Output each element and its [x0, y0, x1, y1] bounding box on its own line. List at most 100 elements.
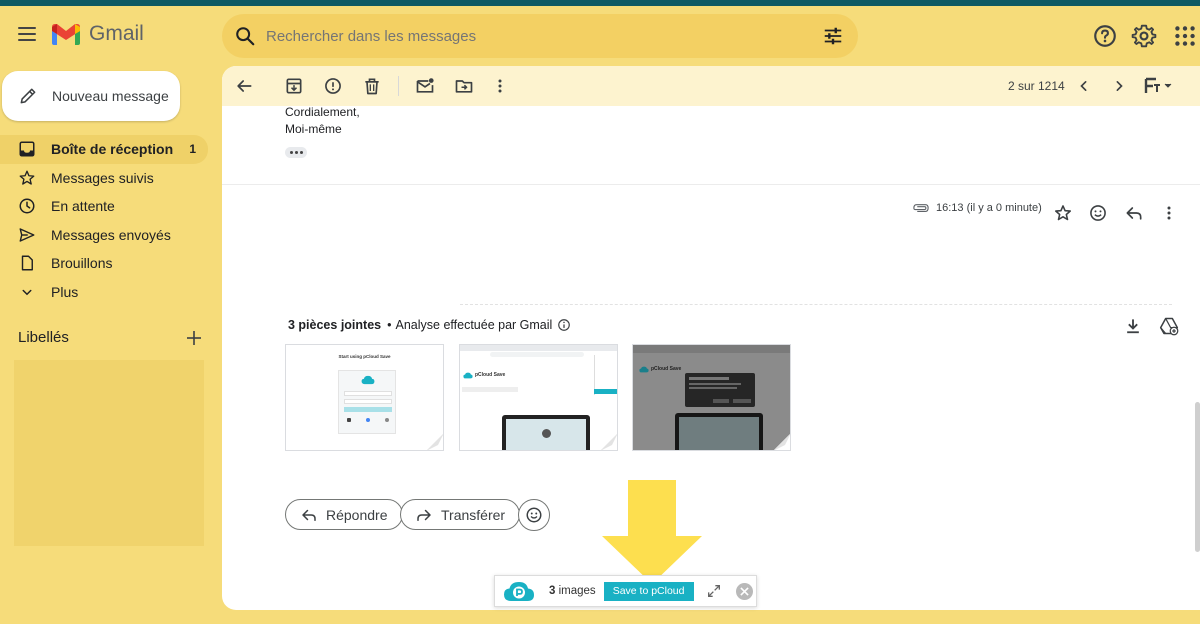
compose-label: Nouveau message — [52, 88, 169, 104]
labels-list-area — [14, 360, 204, 546]
pagination-label: 2 sur 1214 — [1008, 79, 1065, 93]
archive-icon[interactable] — [284, 76, 304, 96]
download-all-icon[interactable] — [1123, 316, 1143, 336]
back-arrow-icon[interactable] — [234, 76, 254, 96]
message-toolbar: 2 sur 1214 — [222, 66, 1200, 106]
forward-label: Transférer — [441, 506, 506, 523]
draft-file-icon — [21, 255, 33, 271]
search-bar[interactable] — [222, 14, 858, 58]
signature-line: Moi-même — [285, 122, 342, 136]
search-icon[interactable] — [234, 25, 256, 47]
show-trimmed-button[interactable] — [285, 147, 307, 158]
emoji-reaction-button[interactable] — [518, 499, 550, 531]
page-fold-icon — [774, 434, 790, 450]
sidebar-item-inbox[interactable]: Boîte de réception 1 — [0, 135, 208, 164]
thumbnail-title: pCloud Save — [475, 372, 506, 378]
attachment-clip-icon — [913, 204, 929, 212]
more-vert-icon[interactable] — [1159, 203, 1179, 223]
compose-button[interactable]: Nouveau message — [2, 71, 180, 121]
pcloud-image-count: 3 images — [549, 585, 596, 597]
clock-icon — [19, 198, 35, 214]
thumbnail-card — [338, 370, 396, 434]
page-fold-icon — [427, 434, 443, 450]
info-icon[interactable] — [557, 318, 571, 332]
report-spam-icon[interactable] — [323, 76, 343, 96]
more-vert-icon[interactable] — [490, 76, 510, 96]
star-icon[interactable] — [1053, 203, 1073, 223]
labels-section-header: Libellés — [18, 329, 202, 346]
search-options-icon[interactable] — [822, 25, 844, 47]
sidebar-item-label: Messages suivis — [51, 169, 154, 186]
header: Gmail — [0, 6, 1200, 66]
help-icon[interactable] — [1092, 23, 1118, 49]
sidebar-item-label: Boîte de réception — [51, 141, 174, 158]
thumbnail-title: Start using pCloud Save — [338, 354, 391, 359]
main-menu-button[interactable] — [14, 23, 40, 49]
message-time: 16:13 (il y a 0 minute) — [936, 202, 1042, 214]
gmail-m-icon — [52, 24, 80, 45]
reply-icon — [302, 509, 316, 521]
message-body: Cordialement, Moi-même — [285, 104, 360, 138]
pcloud-count-number: 3 — [549, 585, 556, 597]
reply-button[interactable]: Répondre — [285, 499, 403, 530]
sidebar-item-more[interactable]: Plus — [0, 278, 208, 307]
closing-line: Cordialement, — [285, 105, 360, 119]
emoji-icon — [526, 507, 542, 523]
sidebar-item-snoozed[interactable]: En attente — [0, 192, 208, 221]
gmail-logo[interactable]: Gmail — [52, 22, 144, 46]
app-name: Gmail — [89, 22, 144, 45]
pcloud-logo-icon — [504, 582, 534, 601]
close-icon — [739, 586, 749, 596]
toolbar-divider — [398, 76, 399, 96]
chevron-left-icon[interactable] — [1074, 76, 1094, 96]
sidebar-item-label: En attente — [51, 198, 115, 215]
reply-label: Répondre — [326, 506, 388, 523]
close-button[interactable] — [735, 582, 753, 600]
bullet-separator: • — [387, 318, 392, 332]
add-label-icon[interactable] — [186, 330, 202, 346]
forward-button[interactable]: Transférer — [400, 499, 521, 530]
save-to-drive-icon[interactable] — [1159, 316, 1179, 336]
sidebar-item-label: Plus — [51, 283, 79, 300]
gear-icon[interactable] — [1131, 23, 1157, 49]
sidebar-item-sent[interactable]: Messages envoyés — [0, 221, 208, 250]
chevron-down-icon — [22, 289, 32, 296]
sidebar-item-label: Messages envoyés — [51, 226, 171, 243]
sidebar-item-label: Brouillons — [51, 255, 113, 272]
sidebar-item-starred[interactable]: Messages suivis — [0, 164, 208, 193]
sidebar-nav: Boîte de réception 1 Messages suivis En … — [0, 135, 208, 306]
pcloud-count-unit: images — [558, 585, 596, 597]
attachment-thumbnail[interactable]: pCloud Save — [632, 344, 791, 451]
move-to-folder-icon[interactable] — [454, 76, 474, 96]
thumbnail-title: pCloud Save — [651, 366, 682, 372]
attachment-thumbnail[interactable]: Start using pCloud Save — [285, 344, 444, 451]
labels-title: Libellés — [18, 329, 69, 346]
mark-unread-icon[interactable] — [415, 76, 435, 96]
forward-icon — [417, 509, 431, 521]
pcloud-save-bar: 3 images Save to pCloud — [494, 575, 757, 607]
message-divider — [222, 184, 1200, 185]
emoji-reaction-icon[interactable] — [1088, 203, 1108, 223]
trash-icon[interactable] — [362, 76, 382, 96]
search-input[interactable] — [266, 27, 822, 45]
message-panel: 2 sur 1214 Cordialement, Moi-même 16:13 … — [222, 66, 1200, 610]
save-to-pcloud-button[interactable]: Save to pCloud — [603, 581, 694, 601]
input-tools-icon[interactable] — [1143, 76, 1175, 96]
inbox-icon — [19, 141, 35, 157]
scan-status: Analyse effectuée par Gmail — [395, 318, 553, 332]
scrollbar[interactable] — [1195, 402, 1200, 552]
pcloud-cloud-icon — [361, 375, 375, 385]
pencil-icon — [20, 88, 36, 104]
sidebar-item-drafts[interactable]: Brouillons — [0, 249, 208, 278]
reply-icon[interactable] — [1124, 203, 1144, 223]
expand-icon[interactable] — [706, 583, 722, 599]
chevron-right-icon[interactable] — [1109, 76, 1129, 96]
send-icon — [19, 228, 35, 242]
star-icon — [19, 170, 35, 185]
attachment-separator — [460, 304, 1172, 305]
page-fold-icon — [601, 434, 617, 450]
unread-count: 1 — [189, 142, 196, 157]
message-meta: 16:13 (il y a 0 minute) — [912, 202, 1042, 214]
attachment-thumbnail[interactable]: pCloud Save — [459, 344, 618, 451]
apps-grid-icon[interactable] — [1172, 23, 1198, 49]
